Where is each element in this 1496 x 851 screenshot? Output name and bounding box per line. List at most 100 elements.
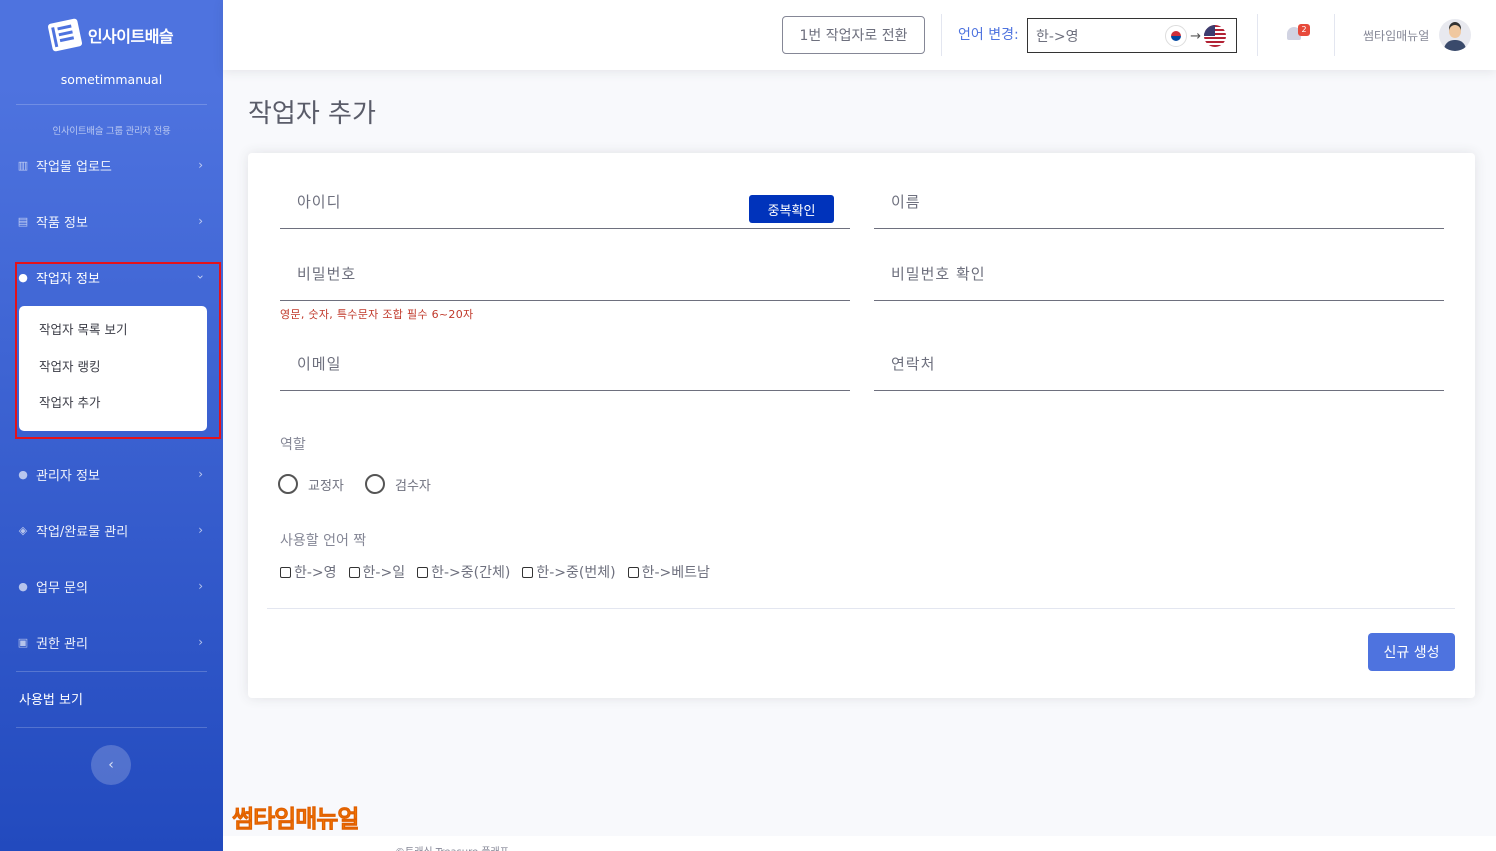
topbar-divider (1334, 14, 1335, 56)
checkbox-ko-ja[interactable]: 한->일 (348, 562, 406, 582)
sidebar-item-upload[interactable]: ▥ 작업물 업로드 › (0, 150, 223, 180)
radio-circle[interactable] (365, 474, 385, 494)
sidebar-item-label: 관리자 정보 (36, 468, 100, 484)
sidebar-item-label: 권한 관리 (36, 636, 88, 652)
sidebar-item-workers[interactable]: ● 작업자 정보 › (0, 262, 223, 292)
language-value: 한->영 (1036, 28, 1079, 45)
chevron-right-icon: › (198, 579, 203, 593)
sidebar-item-label: 작업/완료물 관리 (36, 524, 129, 540)
chevron-right-icon: › (198, 635, 203, 649)
name-field[interactable]: 이름 (874, 153, 1444, 229)
sidebar-item-label: 작업자 정보 (36, 271, 100, 287)
worker-submenu: 작업자 목록 보기 작업자 랭킹 작업자 추가 (19, 306, 207, 431)
worker-form-card: 아이디 중복확인 이름 비밀번호 비밀번호 확인 영문, 숫자, 특수문자 조합… (248, 153, 1475, 698)
upload-icon: ▥ (17, 158, 29, 172)
user-icon: ● (18, 270, 28, 284)
checkbox-label: 한->영 (294, 565, 337, 581)
language-label: 언어 변경: (958, 27, 1019, 43)
sidebar-heading: 인사이트배슬 그룹 관리자 전용 (52, 126, 171, 137)
phone-field[interactable]: 연락처 (874, 315, 1444, 391)
switch-worker-button[interactable]: 1번 작업자로 전환 (782, 16, 925, 54)
name-label: 이름 (891, 193, 921, 211)
password-field[interactable]: 비밀번호 (280, 225, 850, 301)
radio-circle[interactable] (278, 474, 298, 494)
checkbox-label: 한->베트남 (641, 565, 710, 581)
sidebar-item-admins[interactable]: ● 관리자 정보 › (0, 459, 223, 489)
language-flags: → (1165, 25, 1226, 47)
chevron-down-icon: › (193, 274, 208, 280)
brand-subtitle: sometimmanual (60, 72, 163, 87)
lang-pairs-label: 사용할 언어 짝 (280, 533, 367, 549)
sidebar-toggle-button[interactable]: ‹ (91, 745, 131, 785)
notification-badge: 2 (1298, 24, 1310, 36)
chevron-right-icon: › (198, 214, 203, 228)
sidebar-divider (16, 104, 207, 105)
footer: ©트래식 Treasure 플래프 (223, 836, 1496, 851)
chevron-left-icon: ‹ (108, 757, 114, 773)
watermark: 썸타임매뉴얼 (232, 805, 360, 834)
checkbox-ko-zh-traditional[interactable]: 한->중(번체) (522, 562, 616, 582)
submenu-worker-ranking[interactable]: 작업자 랭킹 (19, 355, 207, 392)
chevron-right-icon: › (198, 523, 203, 537)
email-label: 이메일 (297, 355, 342, 373)
create-worker-button[interactable]: 신규 생성 (1368, 633, 1455, 671)
role-radio-reviewer[interactable]: 검수자 (365, 474, 431, 494)
arrow-right-icon: → (1190, 28, 1201, 44)
layers-icon: ◈ (18, 523, 28, 537)
checkbox-label: 한->일 (362, 565, 406, 581)
sidebar-item-label: 업무 문의 (36, 580, 88, 596)
chevron-right-icon: › (198, 467, 203, 481)
sidebar-item-works[interactable]: ▤ 작품 정보 › (0, 206, 223, 236)
role-radio-proofreader[interactable]: 교정자 (278, 474, 344, 494)
topbar: 1번 작업자로 전환 언어 변경: 한->영 → 2 썸타임매뉴얼 (223, 0, 1496, 70)
book-icon: ▤ (17, 214, 29, 228)
sidebar-item-inquiry[interactable]: ● 업무 문의 › (0, 571, 223, 601)
sidebar-item-tasks[interactable]: ◈ 작업/완료물 관리 › (0, 515, 223, 545)
duplicate-check-button[interactable]: 중복확인 (749, 195, 834, 223)
checkbox-ko-en[interactable]: 한->영 (280, 562, 337, 582)
brand[interactable]: 인사이트배슬 (0, 0, 223, 70)
sidebar-divider (16, 727, 207, 728)
brand-name: 인사이트배슬 (87, 27, 174, 46)
checkbox-label: 한->중(간체) (431, 565, 511, 581)
sidebar-item-label: 작업물 업로드 (36, 159, 112, 175)
footer-text: ©트래식 Treasure 플래프 (395, 843, 509, 851)
email-field[interactable]: 이메일 (280, 315, 850, 391)
usa-flag-icon (1204, 25, 1226, 47)
sidebar-item-permissions[interactable]: ▣ 권한 관리 › (0, 627, 223, 657)
submenu-worker-list[interactable]: 작업자 목록 보기 (19, 318, 207, 355)
card-divider (267, 608, 1455, 609)
submenu-worker-add[interactable]: 작업자 추가 (19, 391, 207, 428)
sidebar-item-label: 작품 정보 (36, 215, 88, 231)
radio-label: 교정자 (308, 478, 344, 494)
phone-label: 연락처 (891, 355, 936, 373)
checkbox-label: 한->중(번체) (536, 565, 616, 581)
lang-pairs-checkboxes: 한->영 한->일 한->중(간체) 한->중(번체) 한->베트남 (280, 562, 722, 582)
password-confirm-field[interactable]: 비밀번호 확인 (874, 225, 1444, 301)
topbar-divider (941, 14, 942, 56)
checkbox-box[interactable] (627, 566, 639, 578)
id-label: 아이디 (297, 193, 342, 211)
user-name[interactable]: 썸타임매뉴얼 (1363, 27, 1429, 44)
checkbox-box[interactable] (348, 566, 360, 578)
id-field[interactable]: 아이디 중복확인 (280, 153, 850, 229)
checkbox-ko-zh-simplified[interactable]: 한->중(간체) (417, 562, 510, 582)
book-logo-icon (47, 18, 83, 52)
checkbox-box[interactable] (280, 566, 291, 578)
checkbox-ko-vi[interactable]: 한->베트남 (627, 562, 710, 582)
avatar[interactable] (1439, 19, 1471, 51)
role-label: 역할 (280, 437, 306, 453)
checkbox-box[interactable] (417, 566, 429, 578)
user-icon: ● (18, 467, 28, 481)
korea-flag-icon (1165, 25, 1188, 47)
checkbox-box[interactable] (522, 566, 534, 578)
user-chat-icon: ● (18, 579, 28, 593)
topbar-divider (1257, 14, 1258, 56)
usage-guide-link[interactable]: 사용법 보기 (19, 689, 83, 708)
sidebar: 인사이트배슬 sometimmanual 인사이트배슬 그룹 관리자 전용 ▥ … (0, 0, 223, 851)
language-select[interactable]: 한->영 → (1027, 18, 1237, 53)
chevron-right-icon: › (198, 158, 203, 172)
lock-icon: ▣ (17, 635, 29, 649)
radio-label: 검수자 (395, 478, 431, 494)
page-title: 작업자 추가 (248, 99, 376, 129)
